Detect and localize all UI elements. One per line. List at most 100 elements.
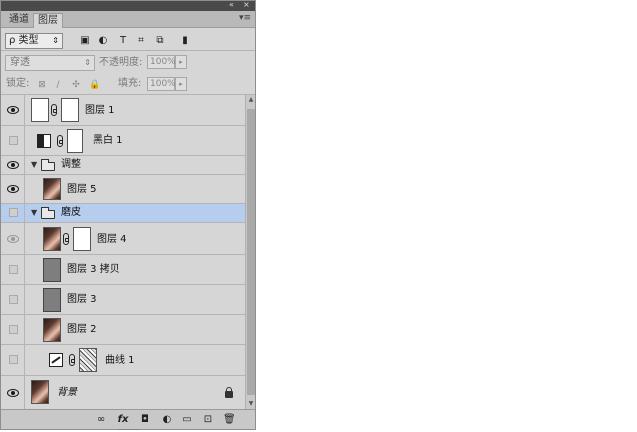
visibility-cell[interactable] xyxy=(1,204,25,222)
layer-name[interactable]: 图层 1 xyxy=(85,105,115,117)
visibility-cell[interactable] xyxy=(1,315,25,344)
layer-row[interactable]: 黑白 1 xyxy=(1,126,245,156)
lock-pixels-icon[interactable]: ⊠ xyxy=(37,80,47,90)
opacity-label: 不透明度: xyxy=(99,57,143,68)
layer-name[interactable]: 曲线 1 xyxy=(105,355,135,367)
visibility-cell[interactable] xyxy=(1,175,25,203)
panel-menu-icon[interactable]: ▾≡ xyxy=(239,13,251,23)
layer-row[interactable]: 图层 4 xyxy=(1,223,245,255)
image-filter-icon[interactable]: ▣ xyxy=(79,35,91,47)
layer-name[interactable]: 黑白 1 xyxy=(93,135,123,147)
layer-name[interactable]: 图层 5 xyxy=(67,184,97,196)
tab-channels[interactable]: 通道 xyxy=(5,13,33,28)
lock-all-icon[interactable]: 🔒 xyxy=(89,80,100,90)
text-filter-icon[interactable]: T xyxy=(117,35,129,47)
layer-name[interactable]: 图层 3 xyxy=(67,294,97,306)
collapse-icon[interactable]: « xyxy=(229,0,234,10)
blend-mode-select[interactable]: 穿透 ⇕ xyxy=(5,55,95,71)
layer-row[interactable]: 图层 3 xyxy=(1,285,245,315)
layer-row[interactable]: 图层 2 xyxy=(1,315,245,345)
fill-label: 填充: xyxy=(118,78,142,89)
visibility-off-icon[interactable] xyxy=(9,136,18,145)
layer-name[interactable]: 背景 xyxy=(57,387,77,399)
lock-paint-icon[interactable]: ∕ xyxy=(53,80,63,90)
mask-thumbnail[interactable] xyxy=(61,98,79,122)
layer-name[interactable]: 图层 3 拷贝 xyxy=(67,264,120,276)
scroll-thumb[interactable] xyxy=(247,109,255,395)
visibility-cell[interactable] xyxy=(1,95,25,125)
visibility-cell[interactable] xyxy=(1,156,25,174)
link-icon[interactable] xyxy=(69,354,75,366)
mask-thumbnail[interactable] xyxy=(73,227,91,251)
opacity-input[interactable]: 100% xyxy=(147,55,176,69)
visibility-off-icon[interactable] xyxy=(9,265,18,274)
blend-row: 穿透 ⇕ 不透明度: 100% ▸ xyxy=(1,51,255,73)
layer-thumbnail[interactable] xyxy=(43,227,61,251)
visibility-cell[interactable] xyxy=(1,285,25,314)
layers-list: 图层 1 黑白 1 ▼ 调整 图层 5 ▼ 磨皮 图层 4 图层 3 拷贝 图层… xyxy=(1,95,245,409)
layers-scrollbar[interactable]: ▲ ▼ xyxy=(245,95,255,409)
mask-thumbnail[interactable] xyxy=(79,348,97,372)
visibility-cell[interactable] xyxy=(1,255,25,284)
layer-row[interactable]: 图层 5 xyxy=(1,175,245,204)
group-name[interactable]: 调整 xyxy=(61,159,81,171)
lock-label: 锁定: xyxy=(6,78,30,89)
add-mask-icon[interactable]: ◘ xyxy=(139,414,151,426)
layer-thumbnail[interactable] xyxy=(31,380,49,404)
layer-row[interactable]: 图层 1 xyxy=(1,95,245,126)
tab-layers[interactable]: 图层 xyxy=(33,13,63,28)
filter-toggle-icon[interactable]: ▮ xyxy=(179,35,191,47)
lock-icon xyxy=(225,387,233,398)
visibility-cell[interactable] xyxy=(1,126,25,155)
layer-name[interactable]: 图层 4 xyxy=(97,234,127,246)
mask-thumbnail[interactable] xyxy=(67,129,83,153)
layer-thumbnail[interactable] xyxy=(31,98,49,122)
eye-icon[interactable] xyxy=(7,389,19,397)
expand-triangle-icon[interactable]: ▼ xyxy=(31,160,37,170)
layer-row-background[interactable]: 背景 xyxy=(1,376,245,409)
eye-icon[interactable] xyxy=(7,106,19,114)
new-adjustment-icon[interactable]: ◐ xyxy=(161,414,173,426)
visibility-off-icon[interactable] xyxy=(9,325,18,334)
layer-row[interactable]: 图层 3 拷贝 xyxy=(1,255,245,285)
adjustment-filter-icon[interactable]: ◐ xyxy=(97,35,109,47)
scroll-down-icon[interactable]: ▼ xyxy=(246,399,256,409)
filter-kind-select[interactable]: ρ 类型 ⇕ xyxy=(5,33,63,49)
link-icon[interactable] xyxy=(63,233,69,245)
visibility-off-icon[interactable] xyxy=(9,208,18,217)
link-icon[interactable] xyxy=(57,135,63,147)
lock-move-icon[interactable]: ✣ xyxy=(71,80,81,90)
shape-filter-icon[interactable]: ⌗ xyxy=(135,35,147,47)
new-layer-icon[interactable]: ⊡ xyxy=(202,414,214,426)
eye-icon[interactable] xyxy=(7,185,19,193)
smart-object-filter-icon[interactable]: ⧉ xyxy=(154,35,166,47)
layer-thumbnail[interactable] xyxy=(43,258,61,282)
layer-name[interactable]: 图层 2 xyxy=(67,324,97,336)
fx-icon[interactable]: fx xyxy=(117,414,129,426)
new-group-icon[interactable]: ▭ xyxy=(181,414,193,426)
link-layers-icon[interactable]: ∞ xyxy=(95,414,107,426)
visibility-cell[interactable] xyxy=(1,345,25,375)
layer-row[interactable]: 曲线 1 xyxy=(1,345,245,376)
visibility-cell[interactable] xyxy=(1,376,25,409)
expand-triangle-icon[interactable]: ▼ xyxy=(31,208,37,218)
resize-grip[interactable] xyxy=(119,429,139,431)
group-row[interactable]: ▼ 调整 xyxy=(1,156,245,175)
eye-icon[interactable] xyxy=(7,235,19,243)
eye-icon[interactable] xyxy=(7,161,19,169)
layer-thumbnail[interactable] xyxy=(43,288,61,312)
layer-thumbnail[interactable] xyxy=(43,178,61,200)
link-icon[interactable] xyxy=(51,104,57,116)
layer-thumbnail[interactable] xyxy=(43,318,61,342)
fill-input[interactable]: 100% xyxy=(147,77,176,91)
scroll-up-icon[interactable]: ▲ xyxy=(246,95,256,105)
visibility-off-icon[interactable] xyxy=(9,295,18,304)
fill-slider-toggle[interactable]: ▸ xyxy=(175,77,187,91)
visibility-cell[interactable] xyxy=(1,223,25,254)
close-icon[interactable]: × xyxy=(243,0,250,10)
visibility-off-icon[interactable] xyxy=(9,355,18,364)
group-name[interactable]: 磨皮 xyxy=(61,207,81,219)
opacity-slider-toggle[interactable]: ▸ xyxy=(175,55,187,69)
group-row-selected[interactable]: ▼ 磨皮 xyxy=(1,204,245,223)
delete-icon[interactable]: 🗑 xyxy=(223,414,236,426)
